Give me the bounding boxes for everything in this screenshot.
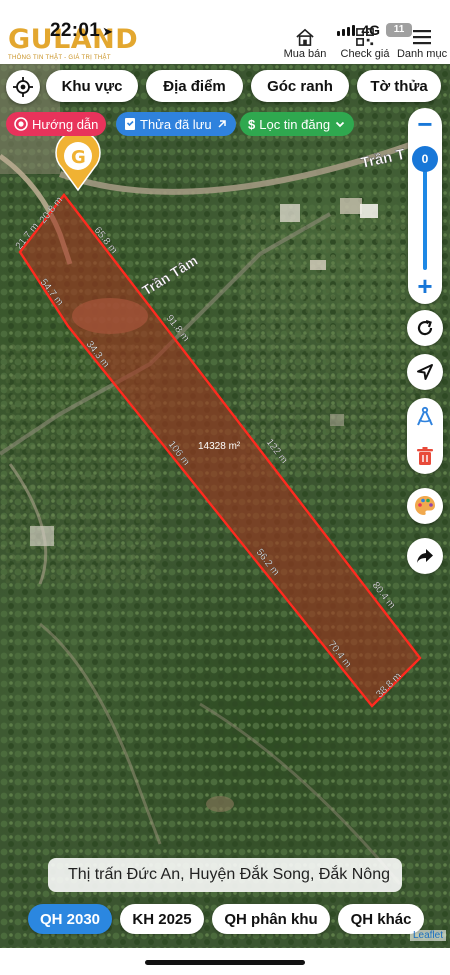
- compass-measure-icon: [417, 406, 433, 426]
- tab-goc-ranh[interactable]: Góc ranh: [251, 70, 349, 102]
- road-label-tran-t: Trần T: [359, 146, 407, 172]
- nav-mua-ban[interactable]: Mua bán: [274, 28, 336, 60]
- crosshair-icon: [13, 77, 33, 97]
- nav-danh-muc-label: Danh mục: [396, 48, 448, 60]
- zoom-out-button[interactable]: −: [413, 111, 437, 137]
- satellite-map[interactable]: Trần Tâm Trần T 14328 m² 20.8 m 21.7 m 6…: [0, 64, 450, 948]
- chevron-down-icon: [335, 121, 345, 128]
- parcel-area-label: 14328 m²: [198, 441, 241, 452]
- filter-listings-label: Lọc tin đăng: [259, 116, 331, 132]
- tab-qh-2030[interactable]: QH 2030: [28, 904, 112, 934]
- parcel-layer[interactable]: Trần Tâm Trần T 14328 m² 20.8 m 21.7 m 6…: [0, 64, 450, 948]
- tab-qh-phan-khu[interactable]: QH phân khu: [212, 904, 330, 934]
- logo-tagline: THÔNG TIN THẬT - GIÁ TRỊ THẬT: [8, 55, 111, 61]
- nav-mua-ban-label: Mua bán: [283, 48, 327, 60]
- dollar-icon: $: [248, 116, 256, 132]
- map-attribution[interactable]: Leaflet: [409, 930, 446, 941]
- qr-icon: [356, 28, 374, 46]
- target-icon: [14, 117, 28, 131]
- delete-button[interactable]: [415, 446, 435, 471]
- header-nav: Mua bán Check giá Danh mục: [274, 28, 450, 60]
- share-button[interactable]: [407, 538, 443, 574]
- zoom-level-knob[interactable]: 0: [412, 146, 438, 172]
- menu-icon: [413, 30, 431, 45]
- saved-parcels-chip[interactable]: Thửa đã lưu: [116, 112, 236, 136]
- svg-text:G: G: [71, 147, 86, 168]
- navigation-arrow-icon: [417, 364, 433, 380]
- trash-icon: [417, 447, 433, 465]
- locate-me-button[interactable]: [6, 70, 40, 104]
- refresh-button[interactable]: [407, 310, 443, 346]
- location-pin-icon[interactable]: G: [55, 130, 101, 192]
- road-label-tran-tam: Trần Tâm: [139, 252, 200, 299]
- zoom-in-button[interactable]: +: [413, 273, 437, 299]
- nav-check-gia[interactable]: Check giá: [336, 28, 394, 60]
- location-arrow-icon: ➤: [102, 24, 114, 39]
- share-arrow-icon: [417, 549, 433, 563]
- navigate-button[interactable]: [407, 354, 443, 390]
- filter-listings-chip[interactable]: $ Lọc tin đăng: [240, 112, 355, 136]
- refresh-icon: [417, 319, 433, 336]
- home-indicator[interactable]: [145, 960, 305, 965]
- zoom-slider[interactable]: − 0 +: [408, 108, 442, 304]
- nav-danh-muc[interactable]: Danh mục: [394, 28, 450, 60]
- status-time-text: 22:01: [50, 20, 101, 41]
- tab-to-thua[interactable]: Tờ thửa: [357, 70, 441, 102]
- saved-parcels-label: Thửa đã lưu: [140, 116, 212, 132]
- tab-kh-2025[interactable]: KH 2025: [120, 904, 204, 934]
- home-icon: [296, 28, 314, 46]
- app-header: GULAND THÔNG TIN THẬT - GIÁ TRỊ THẬT 22:…: [0, 0, 450, 64]
- address-bar[interactable]: Thị trấn Đức An, Huyện Đắk Song, Đắk Nôn…: [48, 858, 402, 892]
- palette-icon: [415, 496, 435, 515]
- tab-dia-diem[interactable]: Địa điểm: [146, 70, 243, 102]
- tab-khu-vuc[interactable]: Khu vực: [46, 70, 138, 102]
- address-text: Thị trấn Đức An, Huyện Đắk Song, Đắk Nôn…: [68, 866, 390, 883]
- directions-label: Hướng dẫn: [32, 116, 99, 132]
- status-time: 22:01 ➤: [50, 20, 113, 42]
- nav-check-gia-label: Check giá: [340, 48, 390, 60]
- measure-tool-button[interactable]: [414, 406, 436, 433]
- map-tools-group: [407, 398, 443, 474]
- bookmark-icon: [125, 118, 135, 130]
- external-link-icon: [218, 120, 226, 128]
- layer-style-button[interactable]: [407, 488, 443, 524]
- directions-chip[interactable]: Hướng dẫn: [6, 112, 107, 136]
